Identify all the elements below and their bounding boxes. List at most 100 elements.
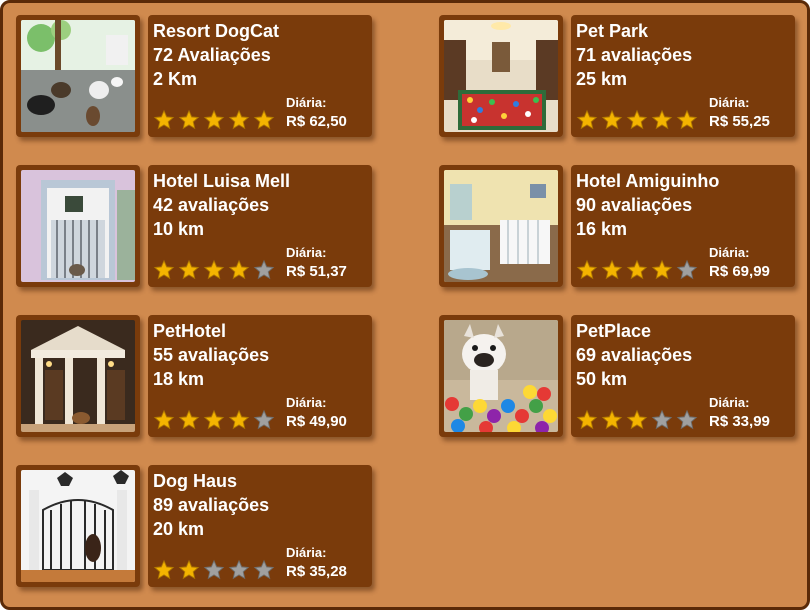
- hotel-thumbnail[interactable]: [16, 165, 140, 287]
- hotel-name[interactable]: PetPlace: [576, 320, 651, 342]
- star-filled-icon: [651, 259, 673, 280]
- hotel-price: R$ 35,28: [286, 563, 347, 580]
- hotel-reviews: 42 avaliações: [153, 195, 270, 215]
- star-filled-icon: [153, 559, 175, 580]
- hotel-card[interactable]: Resort DogCat 72 Avaliações 2 Km Diária:…: [16, 15, 372, 137]
- star-filled-icon: [153, 409, 175, 430]
- star-filled-icon: [178, 109, 200, 130]
- star-empty-icon: [203, 559, 225, 580]
- star-empty-icon: [676, 259, 698, 280]
- star-filled-icon: [626, 259, 648, 280]
- hotel-thumbnail[interactable]: [439, 165, 563, 287]
- hotel-name[interactable]: Hotel Luisa Mell: [153, 170, 290, 192]
- bulldog-ball-pit-photo: [444, 320, 558, 432]
- hotel-distance: 18 km: [153, 369, 205, 389]
- star-filled-icon: [576, 109, 598, 130]
- hotel-reviews: 90 avaliações: [576, 195, 693, 215]
- hotel-distance: 16 km: [576, 219, 628, 239]
- star-filled-icon: [576, 259, 598, 280]
- hotel-name[interactable]: Hotel Amiguinho: [576, 170, 719, 192]
- price-label: Diária:: [709, 245, 750, 260]
- hotel-thumbnail[interactable]: [439, 15, 563, 137]
- dogs-playroom-photo: [21, 20, 135, 132]
- star-filled-icon: [153, 259, 175, 280]
- hotel-name[interactable]: Dog Haus: [153, 470, 237, 492]
- star-filled-icon: [228, 409, 250, 430]
- luxury-dog-suites-photo: [21, 320, 135, 432]
- star-rating: [576, 109, 698, 131]
- hotel-thumbnail[interactable]: [16, 15, 140, 137]
- hotel-distance: 10 km: [153, 219, 205, 239]
- star-filled-icon: [601, 409, 623, 430]
- star-filled-icon: [228, 259, 250, 280]
- hotel-reviews: 69 avaliações: [576, 345, 693, 365]
- star-filled-icon: [178, 259, 200, 280]
- dog-kennel-photo: [21, 170, 135, 282]
- star-empty-icon: [676, 409, 698, 430]
- hotel-reviews: 89 avaliações: [153, 495, 270, 515]
- price-label: Diária:: [286, 545, 327, 560]
- star-filled-icon: [253, 109, 275, 130]
- hotel-price: R$ 69,99: [709, 263, 770, 280]
- hotel-card[interactable]: Pet Park 71 avaliações 25 km Diária: R$ …: [439, 15, 795, 137]
- star-empty-icon: [651, 409, 673, 430]
- star-empty-icon: [228, 559, 250, 580]
- star-rating: [153, 409, 275, 431]
- hotel-card[interactable]: Hotel Amiguinho 90 avaliações 16 km Diár…: [439, 165, 795, 287]
- star-filled-icon: [626, 109, 648, 130]
- star-filled-icon: [178, 409, 200, 430]
- star-empty-icon: [253, 559, 275, 580]
- star-filled-icon: [203, 259, 225, 280]
- star-filled-icon: [228, 109, 250, 130]
- star-rating: [153, 259, 275, 281]
- star-filled-icon: [203, 409, 225, 430]
- price-label: Diária:: [709, 95, 750, 110]
- hotel-thumbnail[interactable]: [16, 465, 140, 587]
- hotel-info: Pet Park 71 avaliações 25 km Diária: R$ …: [571, 15, 795, 137]
- hotel-info: Dog Haus 89 avaliações 20 km Diária: R$ …: [148, 465, 372, 587]
- hotel-price: R$ 51,37: [286, 263, 347, 280]
- hotel-price: R$ 62,50: [286, 113, 347, 130]
- hotel-card[interactable]: Hotel Luisa Mell 42 avaliações 10 km Diá…: [16, 165, 372, 287]
- hotel-info: Hotel Amiguinho 90 avaliações 16 km Diár…: [571, 165, 795, 287]
- hotel-price: R$ 49,90: [286, 413, 347, 430]
- hotel-name[interactable]: Resort DogCat: [153, 20, 279, 42]
- price-label: Diária:: [286, 95, 327, 110]
- hotel-distance: 50 km: [576, 369, 628, 389]
- hotel-info: Resort DogCat 72 Avaliações 2 Km Diária:…: [148, 15, 372, 137]
- hotel-price: R$ 55,25: [709, 113, 770, 130]
- price-label: Diária:: [286, 245, 327, 260]
- price-label: Diária:: [286, 395, 327, 410]
- star-filled-icon: [626, 409, 648, 430]
- star-rating: [153, 109, 275, 131]
- ball-pit-room-photo: [444, 20, 558, 132]
- star-filled-icon: [153, 109, 175, 130]
- hotel-distance: 2 Km: [153, 69, 198, 89]
- dog-house-gates-photo: [21, 470, 135, 582]
- hotel-card[interactable]: PetPlace 69 avaliações 50 km Diária: R$ …: [439, 315, 795, 437]
- star-filled-icon: [601, 259, 623, 280]
- star-filled-icon: [676, 109, 698, 130]
- hotel-name[interactable]: Pet Park: [576, 20, 648, 42]
- dog-bedrooms-photo: [444, 170, 558, 282]
- hotel-thumbnail[interactable]: [16, 315, 140, 437]
- star-filled-icon: [651, 109, 673, 130]
- hotel-info: PetHotel 55 avaliações 18 km Diária: R$ …: [148, 315, 372, 437]
- hotel-card[interactable]: PetHotel 55 avaliações 18 km Diária: R$ …: [16, 315, 372, 437]
- hotel-name[interactable]: PetHotel: [153, 320, 226, 342]
- price-label: Diária:: [709, 395, 750, 410]
- hotel-price: R$ 33,99: [709, 413, 770, 430]
- hotel-distance: 25 km: [576, 69, 628, 89]
- hotel-reviews: 71 avaliações: [576, 45, 693, 65]
- star-rating: [576, 409, 698, 431]
- hotel-info: Hotel Luisa Mell 42 avaliações 10 km Diá…: [148, 165, 372, 287]
- hotel-card[interactable]: Dog Haus 89 avaliações 20 km Diária: R$ …: [16, 465, 372, 587]
- star-empty-icon: [253, 409, 275, 430]
- hotel-reviews: 72 Avaliações: [153, 45, 271, 65]
- hotel-reviews: 55 avaliações: [153, 345, 270, 365]
- hotel-list-panel: Resort DogCat 72 Avaliações 2 Km Diária:…: [0, 0, 810, 610]
- star-filled-icon: [576, 409, 598, 430]
- hotel-distance: 20 km: [153, 519, 205, 539]
- star-empty-icon: [253, 259, 275, 280]
- hotel-thumbnail[interactable]: [439, 315, 563, 437]
